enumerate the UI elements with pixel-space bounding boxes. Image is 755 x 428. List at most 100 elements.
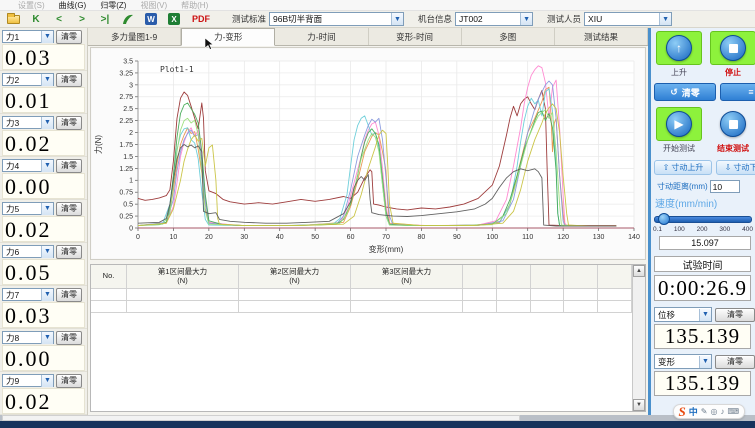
channel-clear-button[interactable]: 清零 — [56, 116, 82, 130]
ime-mic-icon[interactable]: ♪ — [720, 407, 724, 416]
channel-clear-button[interactable]: 清零 — [56, 159, 82, 173]
jog-down-button[interactable]: ⇩寸动下降 — [716, 160, 755, 175]
svg-text:0: 0 — [129, 225, 133, 232]
export-word-button[interactable]: W — [141, 12, 161, 26]
excel-icon: X — [168, 13, 180, 25]
deformation-select[interactable]: 变形 ▼ — [654, 354, 712, 369]
table-vertical-scrollbar[interactable]: ▲ ▼ — [632, 265, 645, 411]
channel-clear-button[interactable]: 清零 — [56, 245, 82, 259]
next-record-button[interactable]: > — [72, 12, 92, 26]
test-standard-select[interactable]: 96B切半背面 ▼ — [269, 12, 404, 26]
start-test-control[interactable]: ▶ 开始测试 — [654, 107, 704, 154]
channel-clear-button[interactable]: 清零 — [56, 73, 82, 87]
jog-up-button[interactable]: ⇧寸动上升 — [654, 160, 712, 175]
curve-tool-button[interactable] — [118, 12, 138, 26]
tab-deformation-time[interactable]: 变形-时间 — [369, 28, 462, 45]
svg-text:50: 50 — [311, 234, 319, 241]
svg-text:2.75: 2.75 — [119, 94, 133, 101]
taskbar — [0, 421, 755, 428]
col-zone2-max: 第2区间最大力(N) — [239, 265, 351, 289]
channel-select[interactable]: 力1▼ — [2, 30, 54, 43]
ime-pen-icon[interactable]: ✎ — [701, 407, 708, 416]
ime-mode-icon[interactable]: 中 — [689, 405, 698, 418]
return-button[interactable]: ≡ — [720, 83, 755, 101]
clear-all-button[interactable]: ↺清零 — [654, 83, 716, 101]
open-file-button[interactable] — [3, 12, 23, 26]
manual-move-row: ↑ 上升 停止 ↓ 下降 — [651, 28, 755, 78]
svg-text:110: 110 — [522, 234, 533, 241]
machine-info-value: JT002 — [459, 14, 483, 24]
slider-thumb[interactable] — [658, 213, 670, 225]
sogou-logo-icon[interactable]: S — [679, 404, 686, 420]
channel-select[interactable]: 力9▼ — [2, 374, 54, 387]
machine-info-field: 机台信息 JT002 ▼ — [418, 12, 533, 26]
channel-clear-button[interactable]: 清零 — [56, 30, 82, 44]
channel-clear-button[interactable]: 清零 — [56, 288, 82, 302]
tab-force-deformation[interactable]: 力-变形 — [181, 28, 275, 46]
channel-select[interactable]: 力4▼ — [2, 159, 54, 172]
jog-distance-label: 寸动距离(mm) — [657, 181, 708, 192]
channel-value: 0.05 — [2, 259, 85, 285]
svg-text:130: 130 — [593, 234, 605, 241]
test-standard-field: 测试标准 96B切半背面 ▼ — [232, 12, 404, 26]
scroll-up-icon[interactable]: ▲ — [633, 265, 645, 277]
stop-control[interactable]: 停止 — [708, 31, 755, 78]
ime-toolbar[interactable]: S 中 ✎ ◎ ♪ ⌨ — [673, 404, 745, 419]
tab-test-result[interactable]: 测试结果 — [555, 28, 648, 45]
displacement-clear-button[interactable]: 清零 — [715, 308, 755, 322]
channel-select[interactable]: 力2▼ — [2, 73, 54, 86]
svg-text:3.25: 3.25 — [119, 70, 133, 77]
stop-label: 停止 — [725, 67, 741, 78]
svg-text:0: 0 — [136, 234, 140, 241]
export-excel-button[interactable]: X — [164, 12, 184, 26]
channel-select[interactable]: 力8▼ — [2, 331, 54, 344]
end-test-pad — [710, 107, 755, 141]
channel-select[interactable]: 力3▼ — [2, 116, 54, 129]
ime-keyboard-icon[interactable]: ⌨ — [727, 407, 739, 416]
menu-help[interactable]: 帮助(H) — [181, 0, 208, 11]
tab-force-time[interactable]: 力-时间 — [275, 28, 368, 45]
speed-tick-labels: 0.1 100 200 300 400 — [651, 225, 755, 233]
test-standard-value: 96B切半背面 — [273, 13, 322, 25]
tab-multi-force[interactable]: 多力量图1-9 — [88, 28, 181, 45]
test-time-label: 试验时间 — [654, 256, 751, 272]
tab-strip: 多力量图1-9 力-变形 力-时间 变形-时间 多图 测试结果 — [88, 28, 648, 46]
menu-zero[interactable]: 归零(Z) — [100, 0, 126, 11]
ime-emoji-icon[interactable]: ◎ — [710, 407, 717, 416]
deformation-clear-button[interactable]: 清零 — [715, 355, 755, 369]
menu-curve[interactable]: 曲线(G) — [59, 0, 87, 11]
jog-distance-input[interactable]: 10 — [710, 180, 740, 193]
channel-select[interactable]: 力6▼ — [2, 245, 54, 258]
force-channel-6: 力6▼清零0.05 — [0, 243, 87, 286]
channel-select[interactable]: 力7▼ — [2, 288, 54, 301]
up-arrow-icon[interactable]: ↑ — [666, 35, 692, 61]
channel-clear-button[interactable]: 清零 — [56, 331, 82, 345]
tab-multi-plot[interactable]: 多图 — [462, 28, 555, 45]
last-record-button[interactable]: >| — [95, 12, 115, 26]
end-test-label: 结束测试 — [717, 143, 749, 154]
scroll-down-icon[interactable]: ▼ — [633, 399, 645, 411]
curve-icon — [122, 13, 134, 25]
displacement-select[interactable]: 位移 ▼ — [654, 307, 712, 322]
end-test-control[interactable]: 结束测试 — [708, 107, 755, 154]
main-area: 多力量图1-9 力-变形 力-时间 变形-时间 多图 测试结果 01020304… — [88, 28, 648, 415]
svg-text:40: 40 — [276, 234, 284, 241]
first-record-button[interactable]: K — [26, 12, 46, 26]
stop-square-icon[interactable] — [720, 111, 746, 137]
move-up-control[interactable]: ↑ 上升 — [654, 31, 704, 78]
channel-clear-button[interactable]: 清零 — [56, 202, 82, 216]
machine-info-select[interactable]: JT002 ▼ — [455, 12, 533, 26]
force-channel-8: 力8▼清零0.00 — [0, 329, 87, 372]
menu-settings[interactable]: 设置(S) — [18, 0, 45, 11]
channel-select[interactable]: 力5▼ — [2, 202, 54, 215]
export-pdf-button[interactable]: PDF — [187, 12, 215, 26]
speed-slider[interactable] — [654, 213, 752, 225]
channel-clear-button[interactable]: 清零 — [56, 374, 82, 388]
table-header-row: No. 第1区间最大力(N) 第2区间最大力(N) 第3区间最大力(N) — [91, 265, 632, 289]
stop-icon[interactable] — [720, 35, 746, 61]
play-icon[interactable]: ▶ — [666, 111, 692, 137]
prev-record-button[interactable]: < — [49, 12, 69, 26]
menu-view[interactable]: 视图(V) — [140, 0, 167, 11]
menu-bar: 设置(S) 曲线(G) 归零(Z) 视图(V) 帮助(H) — [0, 0, 755, 11]
tester-select[interactable]: XIU ▼ — [584, 12, 672, 26]
